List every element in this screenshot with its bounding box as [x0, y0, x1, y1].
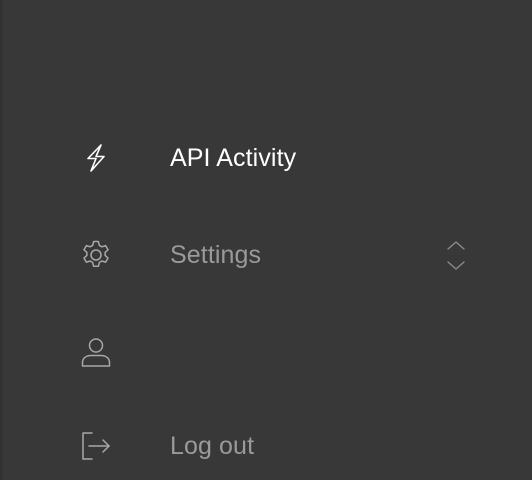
lightning-icon	[60, 141, 132, 175]
user-icon	[60, 335, 132, 369]
sidebar-item-api-activity[interactable]: API Activity	[60, 126, 500, 190]
sidebar-item-label: Settings	[170, 240, 262, 269]
chevron-up-down-icon	[447, 241, 465, 270]
sidebar-item-label: Log out	[170, 431, 255, 460]
gear-icon	[60, 238, 132, 272]
sidebar-item-settings[interactable]: Settings	[60, 223, 500, 287]
sidebar: API Activity Settings Log out	[0, 0, 532, 480]
logout-icon	[60, 429, 132, 463]
sidebar-item-label: API Activity	[170, 143, 297, 172]
sidebar-item-logout[interactable]: Log out	[60, 414, 500, 478]
sidebar-edge	[0, 0, 4, 480]
sidebar-item-profile[interactable]	[60, 320, 500, 384]
